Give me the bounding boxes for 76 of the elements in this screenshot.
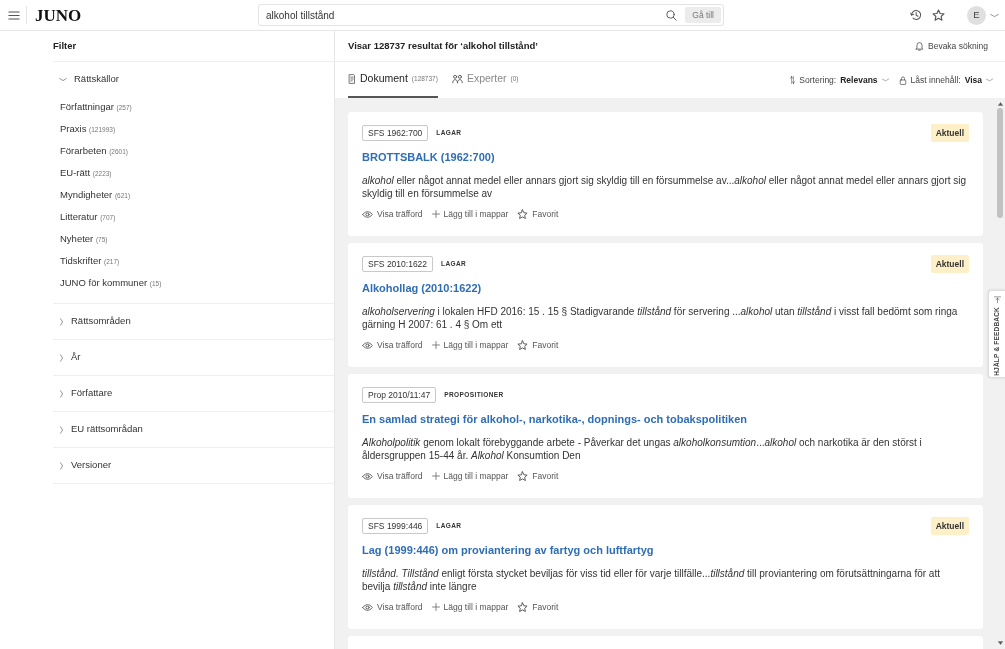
filter-section-toggle[interactable]: Författare [53, 376, 334, 411]
result-action-button[interactable]: Favorit [517, 601, 559, 613]
result-snippet: alkoholservering i lokalen HFD 2016: 15 . 15 § Stadigvarande tillstånd för servering ...alkohol utan tillstånd i visst fall bedömt som ringa gärning H 2007: 61 . 4 § Om ett [362, 305, 959, 331]
result-title-link[interactable]: Alkohollag (2010:1622) [362, 279, 969, 297]
result-snippet: tillstånd. Tillstånd enligt första stycket beviljas för viss tid eller för varje tillfälle...tillstånd till proviantering om förutsättningarna för att bevilja tillstånd inte längre [362, 567, 941, 593]
result-action-button[interactable]: Favorit [517, 339, 559, 351]
star-icon [517, 470, 529, 482]
sort-dropdown[interactable]: Sortering: Relevans [790, 73, 889, 87]
result-action-button[interactable]: Lägg till i mappar [431, 470, 509, 482]
chevron-right-icon [59, 353, 64, 362]
avatar[interactable]: E [967, 5, 986, 25]
bell-icon [915, 41, 924, 51]
star-icon [517, 601, 529, 613]
result-title-link[interactable]: BROTTSBALK (1962:700) [362, 148, 969, 166]
chevron-down-icon [59, 76, 67, 82]
status-badge: Aktuell [930, 517, 969, 535]
people-icon [451, 74, 463, 84]
history-icon[interactable] [910, 9, 922, 21]
plus-icon [431, 341, 440, 349]
reference-tag: Prop 2010/11:47 [362, 387, 437, 403]
result-title-link[interactable]: En samlad strategi för alkohol-, narkotika-, dopnings- och tobakspolitiken [362, 410, 969, 428]
scroll-down-arrow-icon[interactable] [997, 641, 1003, 645]
result-action-button[interactable]: Lägg till i mappar [431, 339, 509, 351]
star-icon[interactable] [932, 8, 945, 22]
arrow-icon [993, 296, 1001, 303]
go-button[interactable]: Gå till [685, 7, 721, 23]
eye-icon [362, 471, 373, 481]
document-icon [348, 74, 356, 84]
filter-section-toggle[interactable]: EU rättsområdan [53, 412, 334, 447]
reference-tag: SFS 1999:446 [362, 518, 429, 534]
search-field[interactable]: alkohol tillstånd Gå till [258, 4, 724, 26]
plus-icon [431, 603, 440, 611]
results-summary: Visar 128737 resultat för ‘alkohol tillstånd’ [348, 38, 538, 53]
lock-icon [898, 75, 907, 85]
result-snippet: Alkoholpolitik genom lokalt förebyggande arbete - Påverkar det ungas alkoholkonsumtion...alkohol och narkotika är den störst i åldersgruppen 15-44 år. Alkohol Konsumtion Den [362, 436, 923, 462]
search-icon[interactable] [666, 9, 678, 21]
chevron-right-icon [59, 389, 64, 398]
result-action-button[interactable]: Visa träfford [362, 208, 423, 220]
scrollbar-thumb[interactable] [997, 108, 1003, 218]
result-action-button[interactable]: Visa träfford [362, 470, 423, 482]
locked-content-dropdown[interactable]: Låst innehåll: Visa [898, 73, 993, 87]
logo: JUNO [35, 6, 82, 24]
filter-section-toggle[interactable]: Rättskällor [53, 62, 334, 96]
filter-section-toggle[interactable]: År [53, 340, 334, 375]
result-action-button[interactable]: Lägg till i mappar [431, 208, 509, 220]
result-action-button[interactable]: Visa träfford [362, 339, 423, 351]
star-icon [517, 339, 529, 351]
reference-tag: SFS 1962:700 [362, 125, 429, 141]
caret-icon[interactable] [990, 12, 999, 18]
scroll-up-arrow-icon[interactable] [997, 102, 1003, 106]
watch-search-button[interactable]: Bevaka sökning [915, 39, 988, 53]
result-action-button[interactable]: Lägg till i mappar [431, 601, 509, 613]
eye-icon [362, 209, 373, 219]
sort-icon [790, 76, 796, 84]
menu-icon[interactable] [8, 9, 20, 21]
star-icon [517, 208, 529, 220]
eye-icon [362, 340, 373, 350]
chevron-right-icon [59, 425, 64, 434]
chevron-right-icon [59, 461, 64, 470]
reference-tag: SFS 2010:1622 [362, 256, 434, 272]
status-badge: Aktuell [930, 255, 969, 273]
result-action-button[interactable]: Visa träfford [362, 601, 423, 613]
result-action-button[interactable]: Favorit [517, 470, 559, 482]
result-title-link[interactable]: Lag (1999:446) om proviantering av fartyg och luftfartyg [362, 541, 969, 559]
filter-section-toggle[interactable]: Rättsområden [53, 304, 334, 339]
plus-icon [431, 210, 440, 218]
eye-icon [362, 602, 373, 612]
chevron-right-icon [59, 317, 64, 326]
result-snippet: alkohol eller något annat medel eller annars gjort sig skyldig till en försummelse av...alkohol eller något annat medel eller annars gjort sig skyldig till en försummelse av [362, 174, 968, 200]
plus-icon [431, 472, 440, 480]
filter-heading: Filter [53, 31, 334, 62]
status-badge: Aktuell [930, 124, 969, 142]
caret-icon [986, 78, 993, 82]
caret-icon [881, 78, 889, 82]
result-action-button[interactable]: Favorit [517, 208, 559, 220]
filter-section-toggle[interactable]: Versioner [53, 448, 334, 483]
